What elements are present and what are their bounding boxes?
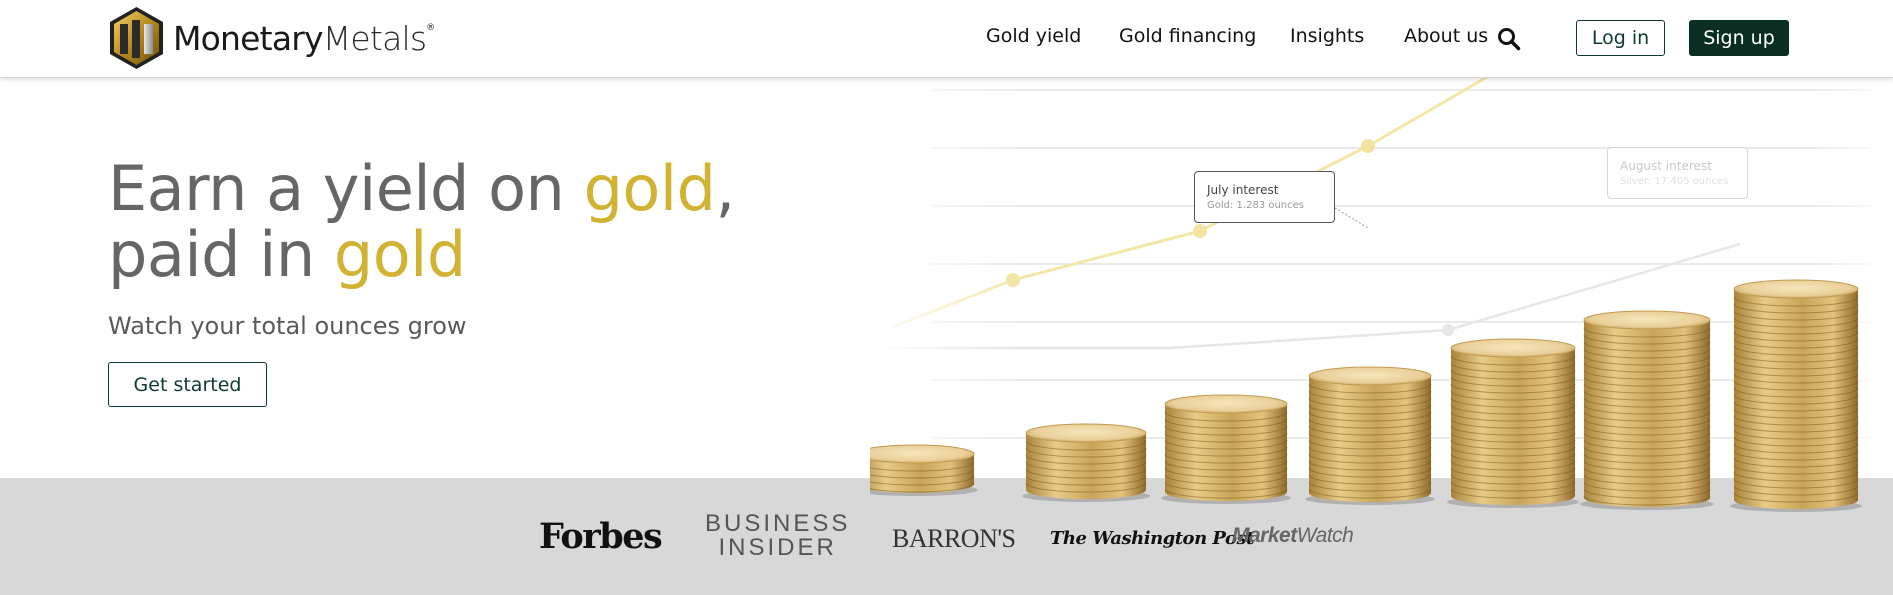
headline-text: Earn a yield on: [108, 152, 584, 225]
headline-text-2: paid in: [108, 218, 334, 291]
signup-button[interactable]: Sign up: [1689, 20, 1789, 56]
forbes-logo: Forbes: [539, 516, 663, 557]
august-interest-tooltip: August interest Silver: 17.405 ounces: [1607, 147, 1748, 199]
headline-gold-word-2: gold: [333, 218, 466, 291]
press-logos-bar: Forbes BUSINESS INSIDER BARRON'S The Was…: [0, 478, 1893, 595]
tooltip-detail: Silver: 17.405 ounces: [1620, 176, 1729, 187]
site-header: MonetaryMetals® Gold yield Gold financin…: [0, 0, 1893, 78]
marketwatch-logo: MarketWatch: [1232, 524, 1354, 548]
brand-name-bold: Monetary: [173, 18, 324, 58]
brand-logo[interactable]: MonetaryMetals®: [108, 6, 435, 70]
hero-headline: Earn a yield on gold, paid in gold: [108, 156, 735, 288]
nav-gold-yield[interactable]: Gold yield: [986, 25, 1081, 47]
bi-line-2: INSIDER: [718, 534, 837, 561]
monetary-metals-logo-icon: [110, 7, 163, 69]
nav-gold-financing[interactable]: Gold financing: [1119, 25, 1256, 47]
get-started-button[interactable]: Get started: [108, 362, 267, 407]
washington-post-logo: The Washington Post: [1050, 528, 1254, 549]
tooltip-detail: Gold: 1.283 ounces: [1207, 200, 1305, 211]
headline-gold-word: gold: [583, 152, 716, 225]
july-interest-tooltip: July interest Gold: 1.283 ounces: [1194, 171, 1335, 223]
barrons-logo: BARRON'S: [892, 524, 1016, 553]
mw-part-2: Watch: [1296, 524, 1354, 547]
registered-mark: ®: [426, 22, 435, 33]
nav-insights[interactable]: Insights: [1290, 25, 1364, 47]
hero-subline: Watch your total ounces grow: [108, 312, 467, 340]
growth-chart-graphic: [870, 78, 1893, 508]
mw-part-1: Market: [1232, 524, 1297, 547]
nav-about-us[interactable]: About us: [1404, 25, 1488, 47]
headline-comma: ,: [715, 152, 735, 225]
tooltip-title: July interest: [1207, 183, 1279, 197]
search-icon[interactable]: [1497, 27, 1521, 51]
brand-name-light: Metals: [322, 18, 427, 58]
login-button[interactable]: Log in: [1576, 20, 1665, 56]
brand-name: MonetaryMetals®: [173, 18, 435, 58]
bi-line-1: BUSINESS: [705, 510, 851, 537]
tooltip-title: August interest: [1620, 159, 1712, 173]
business-insider-logo: BUSINESS INSIDER: [705, 512, 850, 560]
